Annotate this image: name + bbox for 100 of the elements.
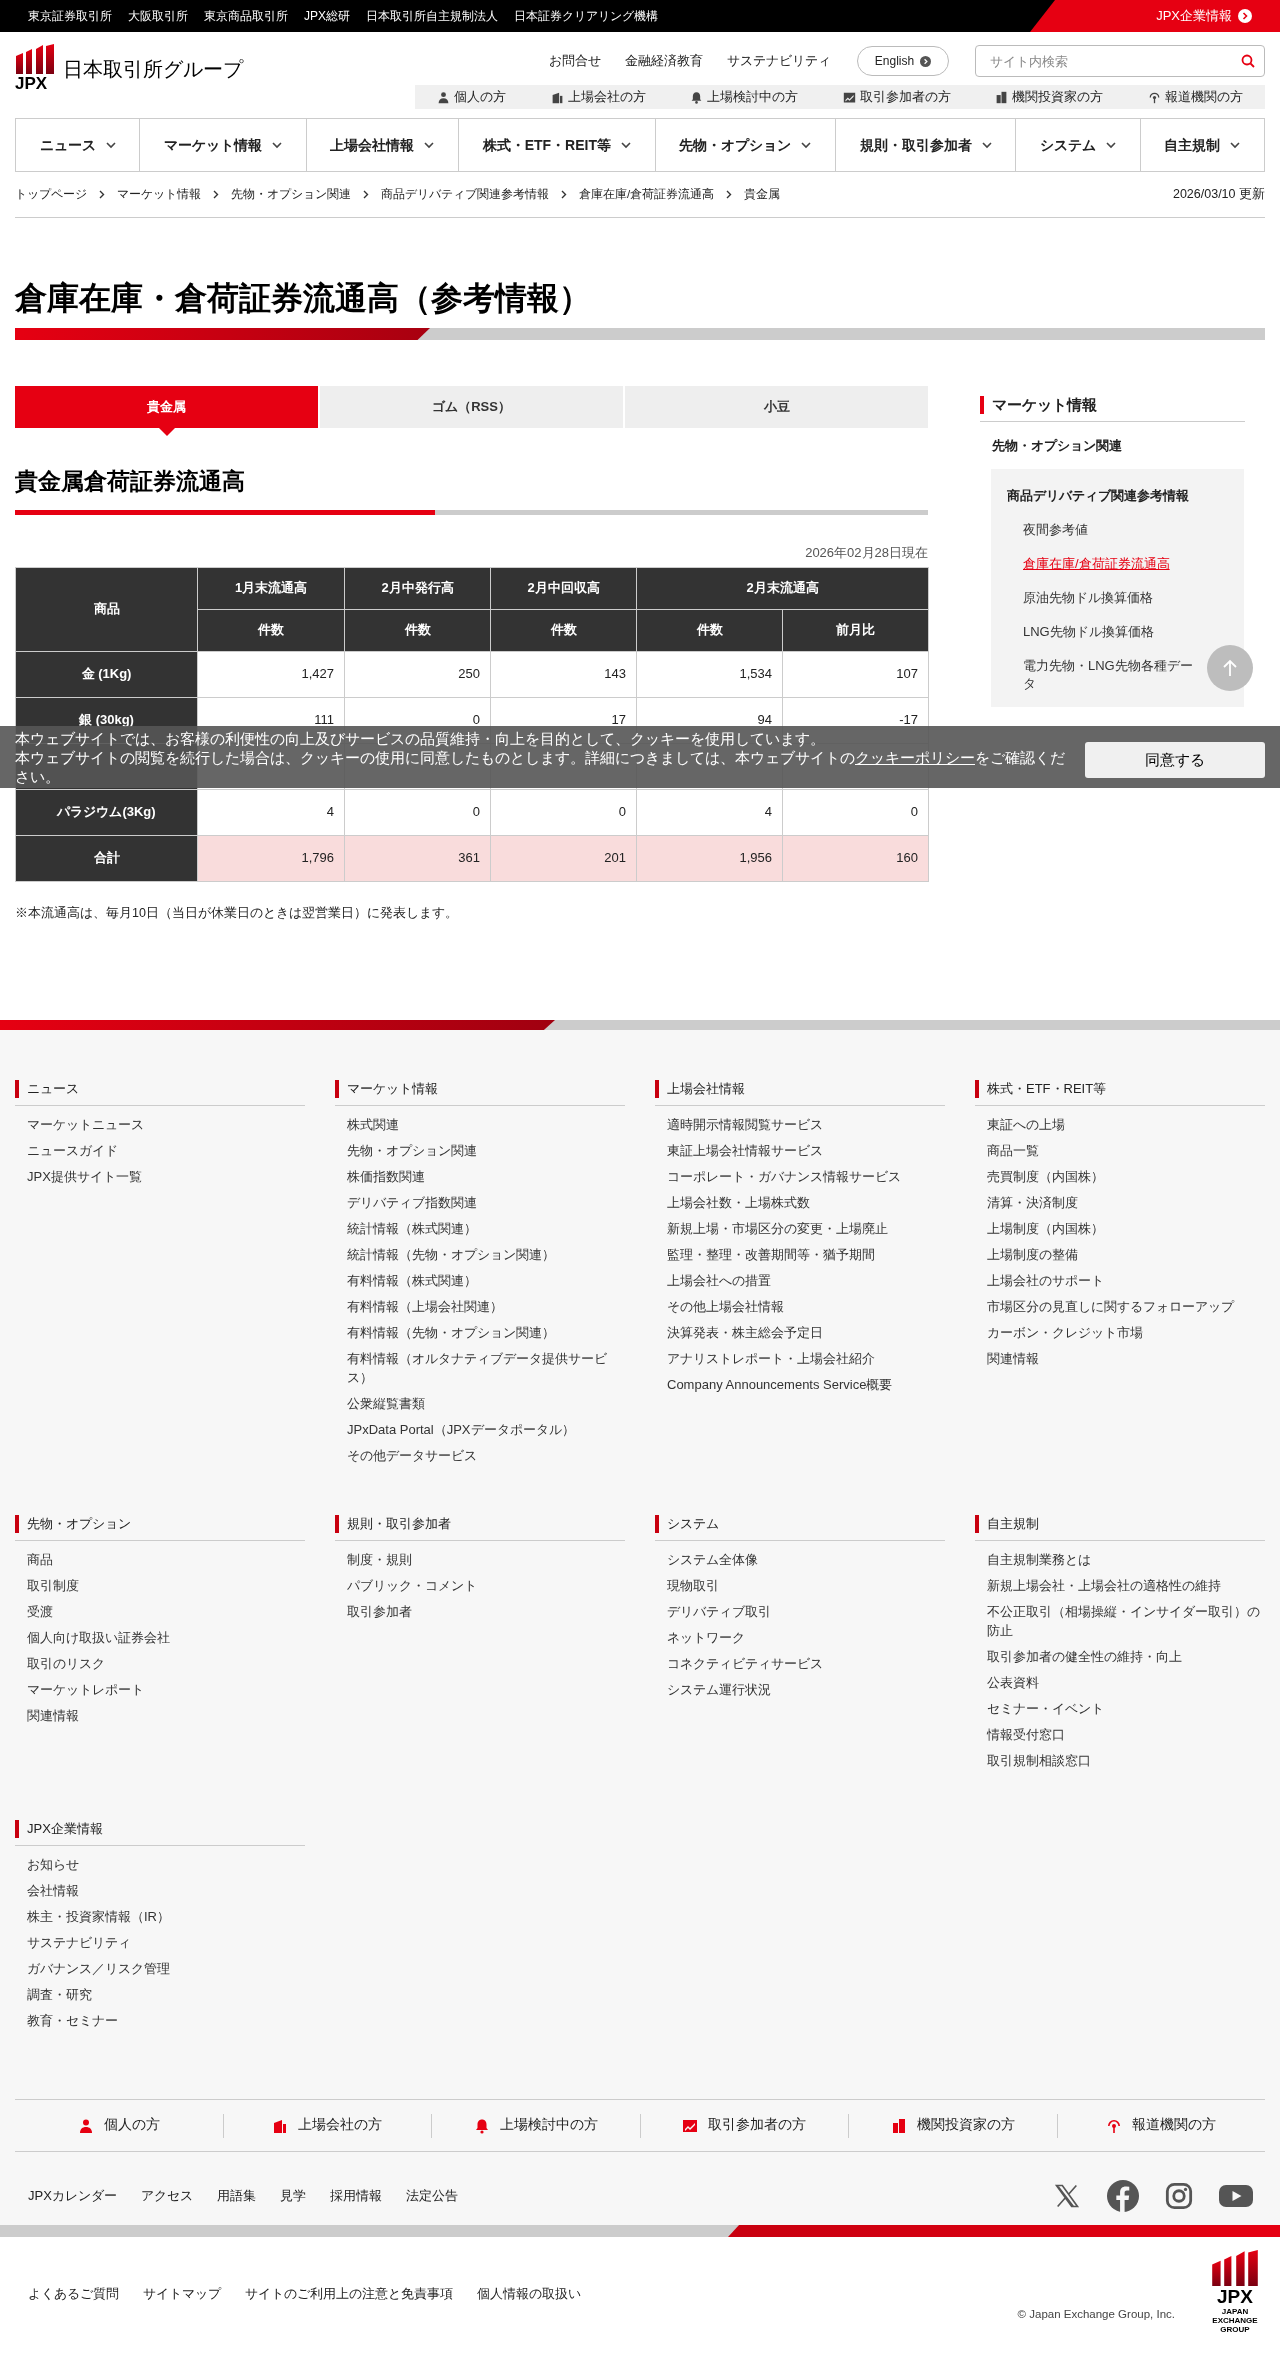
top-bar-link[interactable]: 東京証券取引所 (28, 7, 112, 25)
footer-link[interactable]: JPXカレンダー (28, 2186, 117, 2206)
footer-link[interactable]: 清算・決済制度 (987, 1193, 1265, 1212)
footer-link[interactable]: 調査・研究 (27, 1985, 305, 2004)
top-bar-link[interactable]: 大阪取引所 (128, 7, 188, 25)
nav-menu-item[interactable]: システム (1016, 119, 1141, 171)
footer-link[interactable]: 取引規制相談窓口 (987, 1751, 1265, 1770)
footer-link[interactable]: 自主規制業務とは (987, 1550, 1265, 1569)
footer-link[interactable]: 新規上場・市場区分の変更・上場廃止 (667, 1219, 945, 1238)
sidebar-link[interactable]: LNG先物ドル換算価格 (1023, 622, 1200, 641)
footer-link[interactable]: アクセス (140, 2186, 193, 2206)
sidebar-group-link[interactable]: 商品デリバティブ関連参考情報 (1007, 486, 1200, 505)
footer-link[interactable]: 東証への上場 (987, 1115, 1265, 1134)
youtube-icon[interactable] (1219, 2183, 1253, 2209)
audience-link[interactable]: 上場検討中の方 (431, 2113, 640, 2138)
footer-link[interactable]: ガバナンス／リスク管理 (27, 1959, 305, 1978)
footer-link[interactable]: 用語集 (216, 2186, 256, 2206)
audience-link[interactable]: 機関投資家の方 (848, 2113, 1057, 2138)
tab[interactable]: ゴム（RSS） (320, 386, 623, 428)
audience-link[interactable]: 上場検討中の方 (690, 87, 799, 107)
footer-link[interactable]: パブリック・コメント (347, 1576, 625, 1595)
breadcrumb-link[interactable]: 先物・オプション関連 (231, 185, 351, 204)
breadcrumb-link[interactable]: 商品デリバティブ関連参考情報 (381, 185, 549, 204)
footer-link[interactable]: 市場区分の見直しに関するフォローアップ (987, 1297, 1265, 1316)
audience-link[interactable]: 上場会社の方 (222, 2113, 431, 2138)
footer-link[interactable]: 見学 (279, 2186, 306, 2206)
footer-link[interactable]: 教育・セミナー (27, 2011, 305, 2030)
audience-link[interactable]: 個人の方 (437, 87, 507, 107)
search-icon[interactable] (1241, 54, 1255, 68)
footer-link[interactable]: 商品一覧 (987, 1141, 1265, 1160)
footer-link[interactable]: 取引参加者 (347, 1602, 625, 1621)
audience-link[interactable]: 機関投資家の方 (995, 87, 1104, 107)
footer-link[interactable]: 東証上場会社情報サービス (667, 1141, 945, 1160)
audience-link[interactable]: 取引参加者の方 (639, 2113, 848, 2138)
nav-menu-item[interactable]: 先物・オプション (655, 119, 836, 171)
tab[interactable]: 貴金属 (15, 386, 318, 428)
nav-menu-item[interactable]: 自主規制 (1140, 119, 1265, 171)
top-bar-link[interactable]: 東京商品取引所 (204, 7, 288, 25)
footer-link[interactable]: マーケットレポート (27, 1680, 305, 1699)
audience-link[interactable]: 取引参加者の方 (842, 87, 951, 107)
footer-link[interactable]: よくあるご質問 (28, 2284, 119, 2304)
footer-link[interactable]: 商品 (27, 1550, 305, 1569)
footer-link[interactable]: デリバティブ取引 (667, 1602, 945, 1621)
utility-link[interactable]: お問合せ (549, 51, 601, 71)
footer-link[interactable]: コーポレート・ガバナンス情報サービス (667, 1167, 945, 1186)
sidebar-link[interactable]: 電力先物・LNG先物各種データ (1023, 656, 1200, 693)
footer-link[interactable]: 現物取引 (667, 1576, 945, 1595)
footer-link[interactable]: セミナー・イベント (987, 1699, 1265, 1718)
footer-link[interactable]: デリバティブ指数関連 (347, 1193, 625, 1212)
footer-link[interactable]: 決算発表・株主総会予定日 (667, 1323, 945, 1342)
audience-link[interactable]: 上場会社の方 (550, 87, 646, 107)
footer-link[interactable]: サイトマップ (143, 2284, 221, 2304)
audience-link[interactable]: 個人の方 (15, 2113, 223, 2138)
facebook-icon[interactable] (1107, 2180, 1139, 2212)
footer-link[interactable]: アナリストレポート・上場会社紹介 (667, 1349, 945, 1368)
sidebar-section-link[interactable]: 先物・オプション関連 (992, 436, 1245, 456)
sidebar-link[interactable]: 原油先物ドル換算価格 (1023, 588, 1200, 607)
sidebar-link[interactable]: 夜間参考値 (1023, 520, 1200, 539)
nav-menu-item[interactable]: マーケット情報 (140, 119, 307, 171)
footer-link[interactable]: サイトのご利用上の注意と免責事項 (245, 2284, 453, 2304)
footer-link[interactable]: JPX提供サイト一覧 (27, 1167, 305, 1186)
footer-link[interactable]: 法定公告 (405, 2186, 458, 2206)
footer-link[interactable]: コネクティビティサービス (667, 1654, 945, 1673)
footer-link[interactable]: 有料情報（オルタナティブデータ提供サービス） (347, 1349, 625, 1387)
footer-link[interactable]: 株主・投資家情報（IR） (27, 1907, 305, 1926)
footer-link[interactable]: 上場制度の整備 (987, 1245, 1265, 1264)
nav-menu-item[interactable]: 上場会社情報 (306, 119, 459, 171)
footer-link[interactable]: 取引制度 (27, 1576, 305, 1595)
footer-link[interactable]: 監理・整理・改善期間等・猶予期間 (667, 1245, 945, 1264)
footer-link[interactable]: 受渡 (27, 1602, 305, 1621)
footer-link[interactable]: システム運行状況 (667, 1680, 945, 1699)
footer-link[interactable]: 有料情報（先物・オプション関連） (347, 1323, 625, 1342)
tab[interactable]: 小豆 (625, 386, 928, 428)
corporate-info-link[interactable]: JPX企業情報 (1030, 0, 1280, 32)
footer-link[interactable]: 会社情報 (27, 1881, 305, 1900)
footer-link[interactable]: 有料情報（上場会社関連） (347, 1297, 625, 1316)
footer-link[interactable]: その他上場会社情報 (667, 1297, 945, 1316)
utility-link[interactable]: 金融経済教育 (625, 51, 703, 71)
footer-link[interactable]: 不公正取引（相場操縦・インサイダー取引）の防止 (987, 1602, 1265, 1640)
footer-link[interactable]: 公衆縦覧書類 (347, 1394, 625, 1413)
footer-link[interactable]: 採用情報 (329, 2186, 382, 2206)
footer-link[interactable]: 統計情報（先物・オプション関連） (347, 1245, 625, 1264)
x-icon[interactable] (1053, 2182, 1081, 2210)
footer-link[interactable]: その他データサービス (347, 1446, 625, 1465)
footer-link[interactable]: 株式関連 (347, 1115, 625, 1134)
footer-link[interactable]: システム全体像 (667, 1550, 945, 1569)
footer-link[interactable]: 関連情報 (987, 1349, 1265, 1368)
breadcrumb-link[interactable]: マーケット情報 (117, 185, 201, 204)
footer-link[interactable]: カーボン・クレジット市場 (987, 1323, 1265, 1342)
cookie-policy-link[interactable]: クッキーポリシー (855, 749, 975, 766)
audience-link[interactable]: 報道機関の方 (1056, 2113, 1265, 2138)
footer-link[interactable]: 適時開示情報閲覧サービス (667, 1115, 945, 1134)
search-field[interactable]: サイト内検索 (975, 45, 1265, 77)
nav-menu-item[interactable]: 株式・ETF・REIT等 (459, 119, 656, 171)
footer-link[interactable]: 上場制度（内国株） (987, 1219, 1265, 1238)
utility-link[interactable]: サステナビリティ (727, 51, 831, 71)
footer-link[interactable]: 上場会社への措置 (667, 1271, 945, 1290)
breadcrumb-link[interactable]: トップページ (15, 185, 87, 204)
top-bar-link[interactable]: 日本証券クリアリング機構 (514, 7, 658, 25)
footer-link[interactable]: 統計情報（株式関連） (347, 1219, 625, 1238)
